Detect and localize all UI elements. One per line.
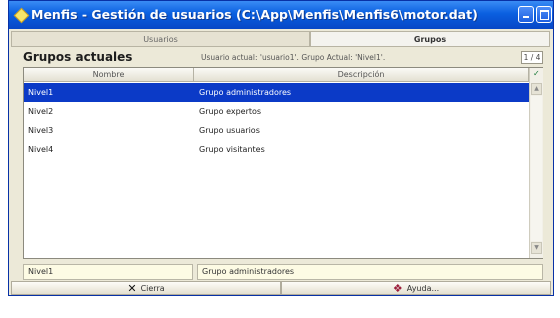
tab-usuarios[interactable]: Usuarios xyxy=(11,31,310,47)
cell-name: Nivel2 xyxy=(28,107,54,116)
grid-rows: Nivel1 Grupo administradores Nivel2 Grup… xyxy=(24,83,529,159)
column-header-nombre[interactable]: Nombre xyxy=(24,68,194,82)
window-title: Menfis - Gestión de usuarios (C:\App\Men… xyxy=(31,7,478,22)
cell-description: Grupo visitantes xyxy=(199,145,265,154)
edit-row: Nivel1 Grupo administradores xyxy=(23,264,543,280)
x-icon: ✕ xyxy=(127,282,137,295)
help-button[interactable]: ❖ Ayuda... xyxy=(281,281,551,295)
record-counter: 1 / 4 xyxy=(521,51,543,64)
close-button-label: Cierra xyxy=(140,284,165,293)
panel-title: Grupos actuales xyxy=(23,50,133,64)
cell-description: Grupo usuarios xyxy=(199,126,260,135)
cell-name: Nivel1 xyxy=(28,88,54,97)
title-bar[interactable]: Menfis - Gestión de usuarios (C:\App\Men… xyxy=(9,1,553,29)
vertical-scrollbar[interactable]: ✓ ▲ ▼ xyxy=(529,68,543,258)
grid-header: Nombre Descripción xyxy=(24,68,529,82)
close-button[interactable]: ✕ Cierra xyxy=(11,281,281,295)
table-row[interactable]: Nivel3 Grupo usuarios xyxy=(24,121,529,140)
help-icon: ❖ xyxy=(392,282,403,295)
tab-grupos[interactable]: Grupos xyxy=(310,31,550,47)
cell-description: Grupo administradores xyxy=(199,88,292,97)
table-row[interactable]: Nivel2 Grupo expertos xyxy=(24,102,529,121)
scroll-track[interactable] xyxy=(531,96,542,241)
group-name-field[interactable]: Nivel1 xyxy=(23,264,193,280)
column-header-descripcion[interactable]: Descripción xyxy=(194,68,529,82)
tab-strip: Usuarios Grupos xyxy=(11,31,551,47)
cell-name: Nivel3 xyxy=(28,126,54,135)
cell-description: Grupo expertos xyxy=(199,107,262,116)
table-row[interactable]: Nivel4 Grupo visitantes xyxy=(24,140,529,159)
groups-grid: Nombre Descripción Nivel1 Grupo administ… xyxy=(23,67,543,259)
current-user-info: Usuario actual: 'usuario1'. Grupo Actual… xyxy=(201,53,386,62)
app-window: Menfis - Gestión de usuarios (C:\App\Men… xyxy=(8,0,554,296)
group-description-field[interactable]: Grupo administradores xyxy=(197,264,543,280)
table-row[interactable]: Nivel1 Grupo administradores xyxy=(24,83,529,102)
scroll-up-button[interactable]: ▲ xyxy=(531,83,542,95)
button-bar: ✕ Cierra ❖ Ayuda... xyxy=(11,281,551,295)
help-button-label: Ayuda... xyxy=(406,284,440,293)
scroll-down-button[interactable]: ▼ xyxy=(531,242,542,254)
check-icon: ✓ xyxy=(533,69,540,78)
maximize-button[interactable] xyxy=(536,6,552,23)
app-diamond-icon xyxy=(13,7,30,24)
minimize-button[interactable] xyxy=(518,6,534,23)
cell-name: Nivel4 xyxy=(28,145,54,154)
